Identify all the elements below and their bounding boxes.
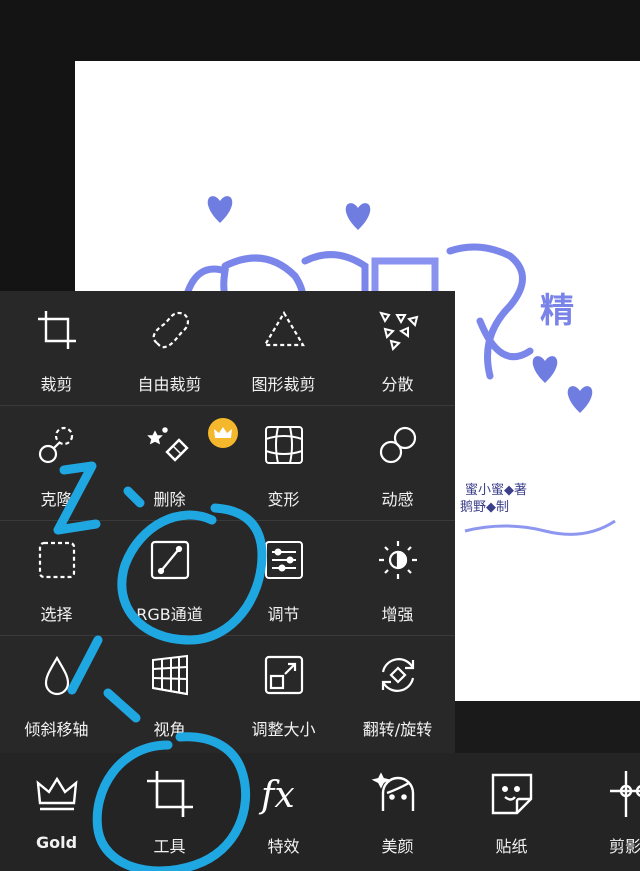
nav-label: 贴纸 <box>495 837 528 856</box>
tool-warp[interactable]: 变形 <box>227 406 340 520</box>
crop-icon <box>34 307 80 353</box>
shape-crop-icon <box>261 307 307 353</box>
tool-enhance[interactable]: 增强 <box>341 521 454 635</box>
tool-label: 克隆 <box>40 490 73 509</box>
tool-perspective[interactable]: 视角 <box>113 636 226 750</box>
resize-icon <box>261 652 307 698</box>
tool-label: 调节 <box>267 605 300 624</box>
nav-effects[interactable]: fx 特效 <box>227 753 340 871</box>
tool-shape-crop[interactable]: 图形裁剪 <box>227 291 340 405</box>
tool-flip-rotate[interactable]: 翻转/旋转 <box>341 636 454 750</box>
artwork-char: 精 <box>540 291 574 331</box>
motion-icon <box>375 422 421 468</box>
artwork-credit: 鹅野◆制 <box>460 500 509 515</box>
tool-adjust[interactable]: 调节 <box>227 521 340 635</box>
nav-label: 特效 <box>267 837 300 856</box>
tool-label: 分散 <box>381 375 414 394</box>
nav-tools[interactable]: 工具 <box>113 753 226 871</box>
nav-cutout[interactable]: 剪影 <box>569 753 640 871</box>
nav-stickers[interactable]: 贴纸 <box>455 753 568 871</box>
tool-select[interactable]: 选择 <box>0 521 113 635</box>
beauty-face-icon <box>371 767 425 821</box>
nav-label: 美颜 <box>381 837 414 856</box>
cutout-icon <box>606 767 640 821</box>
tool-label: 动感 <box>381 490 414 509</box>
tool-tilt-shift[interactable]: 倾斜移轴 <box>0 636 113 750</box>
tool-label: 调整大小 <box>251 720 316 739</box>
tool-label: 选择 <box>40 605 73 624</box>
crop-tool-icon <box>143 767 197 821</box>
tool-resize[interactable]: 调整大小 <box>227 636 340 750</box>
tilt-shift-icon <box>34 652 80 698</box>
nav-label: 剪影 <box>609 837 640 856</box>
tools-panel: 裁剪 自由裁剪 图形裁剪 分散 克隆 删除 变形 动感 选择 RGB通道 调节 … <box>0 291 455 753</box>
nav-beauty[interactable]: 美颜 <box>341 753 454 871</box>
tool-label: 变形 <box>267 490 300 509</box>
tool-label: 裁剪 <box>40 375 73 394</box>
select-icon <box>34 537 80 583</box>
tool-motion[interactable]: 动感 <box>341 406 454 520</box>
tool-label: 删除 <box>153 490 186 509</box>
tool-label: 增强 <box>381 605 414 624</box>
perspective-icon <box>147 652 193 698</box>
crown-icon <box>30 767 84 821</box>
sticker-icon <box>485 767 539 821</box>
warp-icon <box>261 422 307 468</box>
tool-label: 自由裁剪 <box>137 375 202 394</box>
disperse-icon <box>375 307 421 353</box>
nav-label: 工具 <box>153 837 186 856</box>
tool-label: 图形裁剪 <box>251 375 316 394</box>
nav-gold[interactable]: Gold <box>0 753 113 871</box>
tool-label: 倾斜移轴 <box>24 720 89 739</box>
tool-rgb-channel[interactable]: RGB通道 <box>113 521 226 635</box>
fx-icon: fx <box>257 767 311 821</box>
tool-crop[interactable]: 裁剪 <box>0 291 113 405</box>
bottom-nav: Gold 工具 fx 特效 美颜 贴纸 剪影 <box>0 753 640 871</box>
svg-text:fx: fx <box>258 775 295 816</box>
enhance-icon <box>375 537 421 583</box>
nav-label: Gold <box>35 833 78 852</box>
tool-freeform-crop[interactable]: 自由裁剪 <box>113 291 226 405</box>
tool-label: 视角 <box>153 720 186 739</box>
eraser-icon <box>146 422 193 468</box>
tool-disperse[interactable]: 分散 <box>341 291 454 405</box>
rgb-channel-icon <box>147 537 193 583</box>
freeform-crop-icon <box>147 307 193 353</box>
tool-label: RGB通道 <box>136 605 203 624</box>
tool-label: 翻转/旋转 <box>362 720 433 739</box>
clone-icon <box>34 422 80 468</box>
tool-clone[interactable]: 克隆 <box>0 406 113 520</box>
adjust-icon <box>261 537 307 583</box>
flip-rotate-icon <box>375 652 421 698</box>
